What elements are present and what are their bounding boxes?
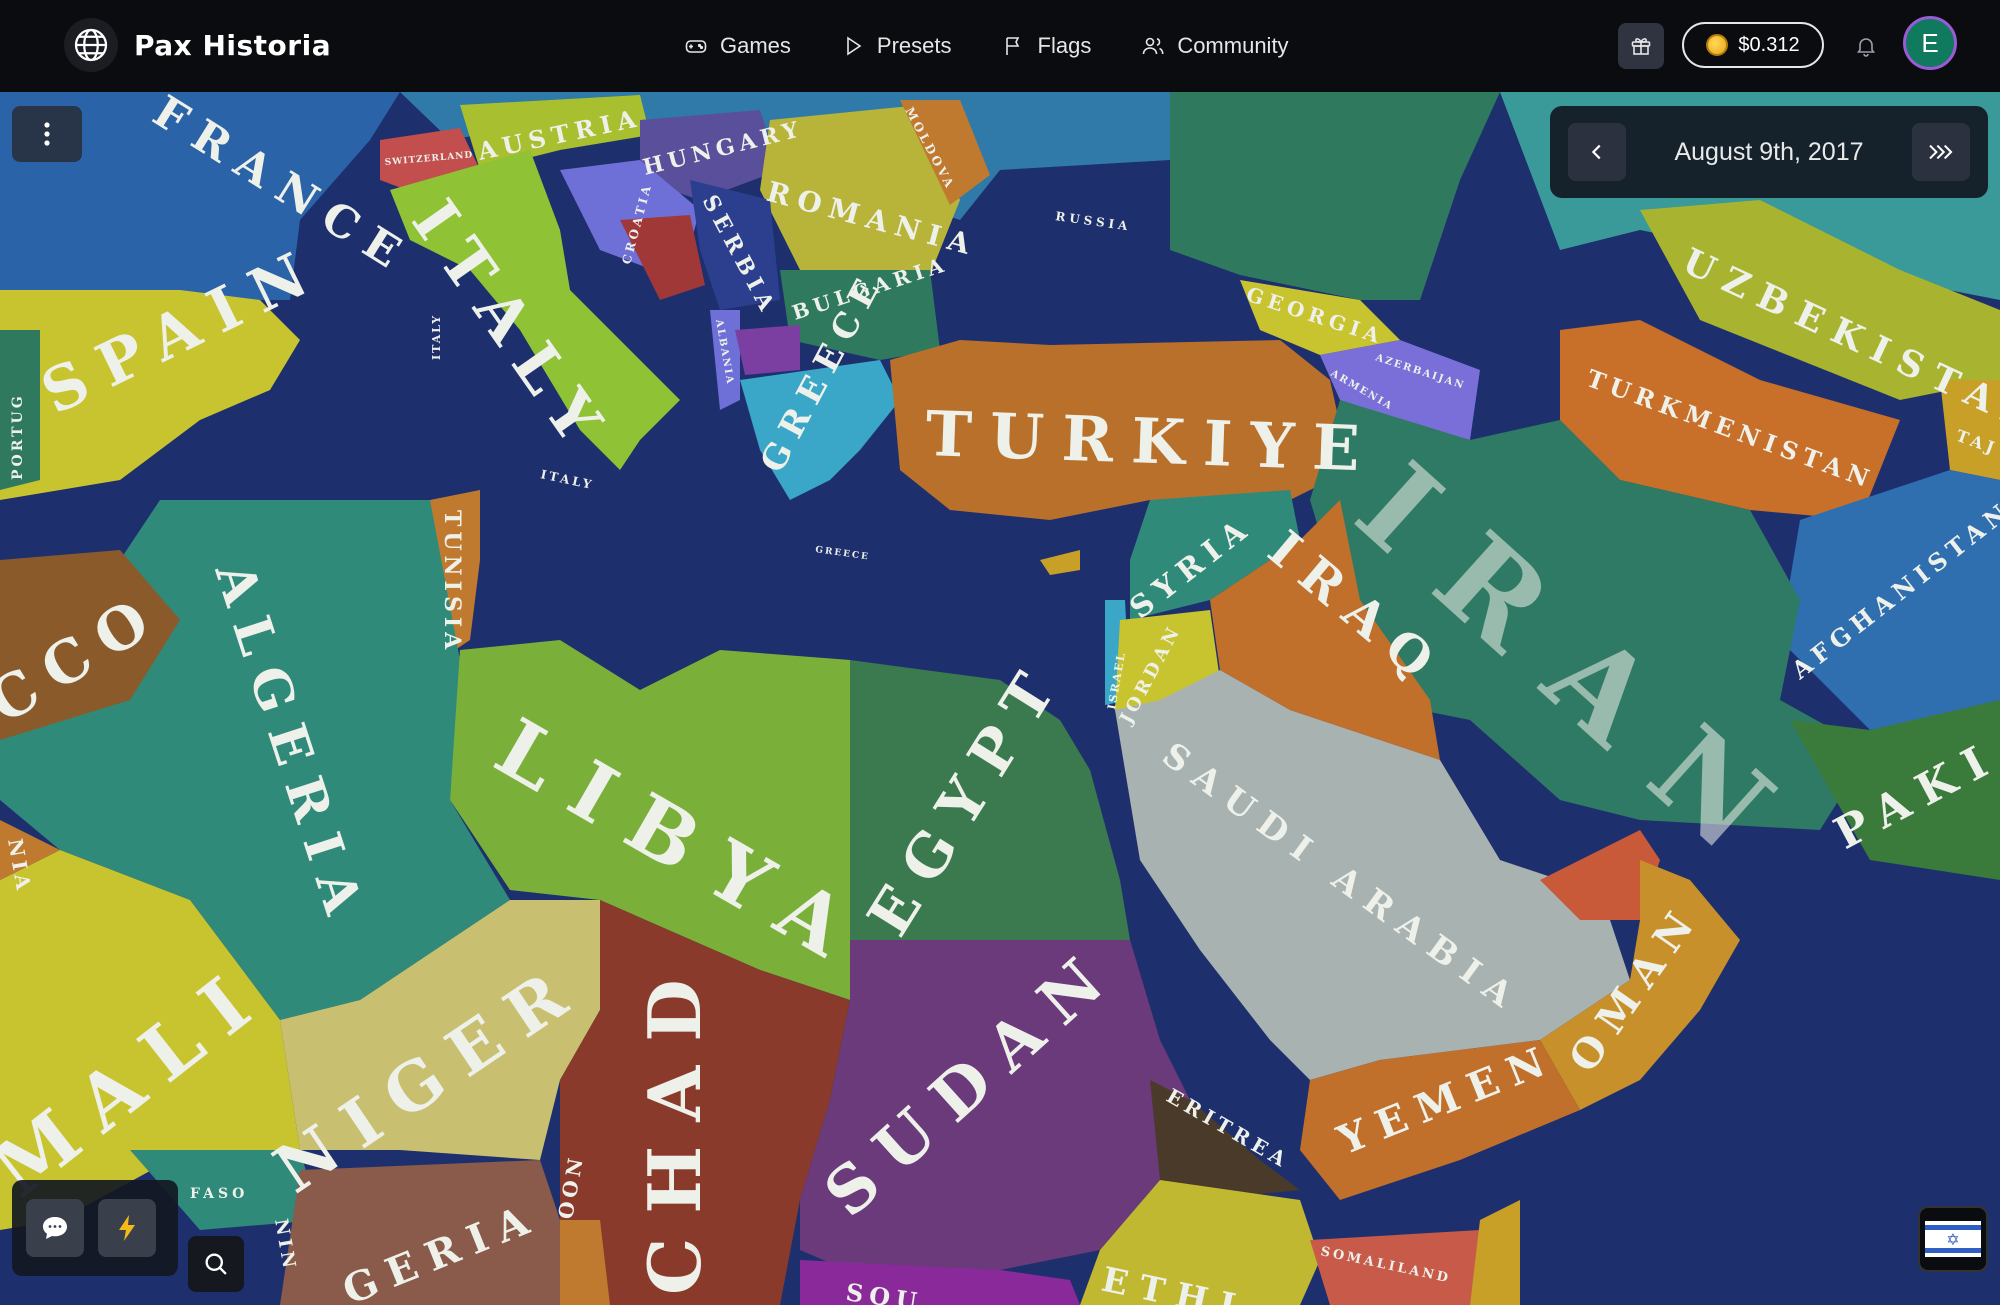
flag-icon [1005, 37, 1019, 55]
app-name: Pax Historia [134, 28, 332, 62]
label-faso: FASO [190, 1186, 248, 1202]
map-canvas[interactable]: FRANCE AUSTRIA HUNGARY MOLDOVA ROMANIA R… [0, 92, 2000, 1305]
nav-presets[interactable]: Presets [841, 33, 952, 59]
chevrons-right-icon [1929, 144, 1953, 160]
advance-time-button[interactable] [1911, 123, 1970, 181]
more-vertical-icon [44, 122, 50, 146]
previous-date-button[interactable] [1568, 123, 1626, 181]
coin-icon [1706, 34, 1729, 56]
world-map[interactable]: FRANCE AUSTRIA HUNGARY MOLDOVA ROMANIA R… [0, 92, 2000, 1305]
bell-icon [1856, 38, 1876, 57]
nav-flags-label: Flags [1037, 33, 1092, 58]
gift-icon [1631, 38, 1651, 55]
brand[interactable]: Pax Historia [64, 18, 331, 72]
nav-flags[interactable]: Flags [1002, 33, 1092, 59]
gamepad-icon [685, 40, 707, 53]
nav-games-label: Games [720, 33, 791, 58]
israel-flag-icon: ✡ [1925, 1221, 1981, 1257]
play-icon [847, 36, 862, 56]
notifications-button[interactable] [1846, 24, 1886, 68]
quick-action-button[interactable] [98, 1199, 156, 1257]
map-menu-button[interactable] [12, 106, 82, 162]
timeline-panel: August 9th, 2017 [1550, 106, 1988, 198]
chevron-left-icon [1591, 144, 1601, 160]
lightning-icon [119, 1215, 135, 1241]
chat-button[interactable] [26, 1199, 84, 1257]
nav-games[interactable]: Games [684, 33, 791, 59]
nav-community-label: Community [1177, 33, 1289, 58]
balance-amount: $0.312 [1738, 33, 1800, 56]
globe-icon [64, 18, 118, 72]
user-avatar[interactable]: E [1903, 16, 1957, 70]
gift-button[interactable] [1618, 23, 1664, 69]
region-macedonia[interactable] [735, 325, 800, 375]
label-italy-small1: ITALY [430, 314, 443, 360]
nav-community[interactable]: Community [1141, 33, 1289, 59]
search-icon [205, 1253, 227, 1275]
label-chad: CHAD [632, 955, 717, 1295]
current-date: August 9th, 2017 [1674, 137, 1864, 166]
main-nav: Games Presets Flags Community [684, 0, 1289, 92]
map-search-button[interactable] [188, 1236, 244, 1292]
label-portugal: PORTUG [10, 393, 26, 480]
chat-icon [43, 1217, 67, 1239]
balance-button[interactable]: $0.312 [1682, 22, 1824, 68]
users-icon [1143, 37, 1164, 55]
label-tunisia: TUNISIA [439, 510, 465, 654]
bottom-left-panel [12, 1180, 178, 1276]
player-nation-flag-button[interactable]: ✡ [1918, 1206, 1988, 1272]
top-bar: Pax Historia Games Presets Flags Communi… [0, 0, 2000, 92]
nav-presets-label: Presets [876, 33, 952, 58]
